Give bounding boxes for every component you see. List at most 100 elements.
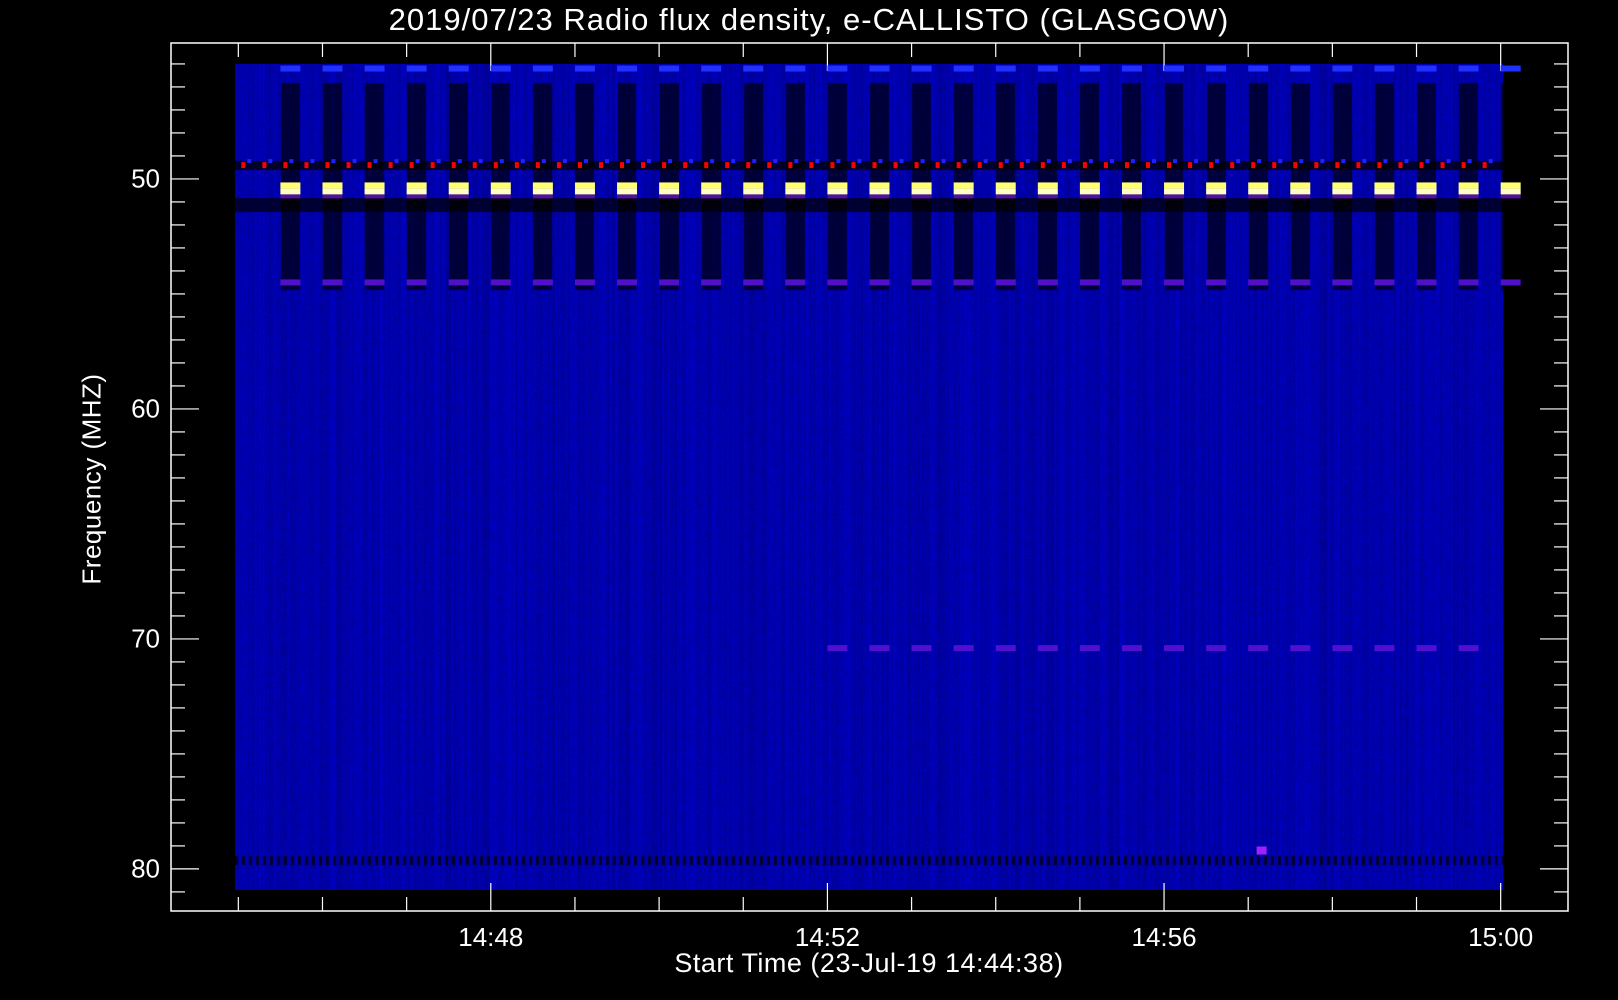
blue-interference-mark — [1425, 159, 1430, 164]
red-interference-mark — [472, 162, 477, 169]
red-interference-mark — [1482, 162, 1487, 169]
red-interference-mark — [1314, 162, 1319, 169]
bright-pulse — [1206, 188, 1227, 195]
top-blue-pulses-mark — [1037, 65, 1058, 72]
blue-interference-mark — [773, 159, 778, 164]
blue-interference-mark — [331, 159, 336, 164]
bright-pulse-edge — [1332, 194, 1353, 199]
bright-pulse-top — [406, 182, 427, 189]
red-interference-mark — [1124, 162, 1129, 169]
purple-dashes-70mhz-mark — [827, 645, 848, 652]
blue-interference-mark — [1046, 159, 1051, 164]
bright-pulse-top — [869, 182, 890, 189]
top-blue-pulses-mark — [1206, 65, 1227, 72]
periodic-purple-pulses-mark — [1164, 279, 1185, 286]
red-interference-mark — [809, 162, 814, 169]
bright-pulse-edge — [953, 194, 974, 199]
red-interference-mark — [956, 162, 961, 169]
purple-dashes-70mhz-mark — [1416, 645, 1437, 652]
bright-pulse-top — [1121, 182, 1142, 189]
bright-pulse-top — [827, 182, 848, 189]
bright-pulse-edge — [1458, 194, 1479, 199]
bright-pulse-edge — [1248, 194, 1269, 199]
red-interference-mark — [430, 162, 435, 169]
red-interference-mark — [767, 162, 772, 169]
top-blue-pulses-mark — [1248, 65, 1269, 72]
bright-pulse-edge — [1206, 194, 1227, 199]
periodic-purple-pulses-mark — [1079, 279, 1100, 286]
bright-pulse-edge — [1164, 194, 1185, 199]
bright-pulse — [1290, 188, 1311, 195]
blue-interference-mark — [583, 159, 588, 164]
top-blue-pulses-mark — [448, 65, 469, 72]
red-interference-mark — [1251, 162, 1256, 169]
periodic-purple-pulses-mark — [364, 279, 385, 286]
periodic-purple-pulses-mark — [1206, 279, 1227, 286]
red-interference-mark — [662, 162, 667, 169]
blue-interference-mark — [499, 159, 504, 164]
blue-interference-mark — [731, 159, 736, 164]
magenta-burst — [1256, 846, 1267, 855]
red-interference-mark — [1377, 162, 1382, 169]
red-interference-mark — [1398, 162, 1403, 169]
blue-interference-mark — [899, 159, 904, 164]
blue-interference-mark — [668, 159, 673, 164]
periodic-purple-pulses-mark — [1037, 279, 1058, 286]
blue-interference-mark — [373, 159, 378, 164]
bright-pulse-top — [1248, 182, 1269, 189]
red-interference-mark — [556, 162, 561, 169]
blue-interference-mark — [604, 159, 609, 164]
periodic-purple-pulses-mark — [532, 279, 553, 286]
red-interference-mark — [493, 162, 498, 169]
red-interference-mark — [1019, 162, 1024, 169]
blue-interference-mark — [815, 159, 820, 164]
blue-interference-mark — [878, 159, 883, 164]
top-blue-pulses-mark — [617, 65, 638, 72]
top-blue-pulses-mark — [995, 65, 1016, 72]
blue-interference-mark — [436, 159, 441, 164]
red-interference-mark — [1335, 162, 1340, 169]
periodic-purple-pulses-mark — [448, 279, 469, 286]
bright-pulse-top — [448, 182, 469, 189]
bright-pulse — [1079, 188, 1100, 195]
bright-pulse-edge — [659, 194, 680, 199]
top-blue-pulses-mark — [406, 65, 427, 72]
blue-interference-mark — [1088, 159, 1093, 164]
top-blue-pulses-mark — [701, 65, 722, 72]
red-interference-mark — [1419, 162, 1424, 169]
bright-pulse — [1416, 188, 1437, 195]
top-blue-pulses-mark — [953, 65, 974, 72]
bright-pulse-edge — [1416, 194, 1437, 199]
bright-pulse-top — [1332, 182, 1353, 189]
periodic-purple-pulses-mark — [1121, 279, 1142, 286]
blue-interference-mark — [520, 159, 525, 164]
blue-interference-mark — [289, 159, 294, 164]
top-blue-pulses-mark — [1164, 65, 1185, 72]
purple-dashes-70mhz-mark — [1206, 645, 1227, 652]
red-interference-mark — [725, 162, 730, 169]
periodic-purple-pulses-mark — [1416, 279, 1437, 286]
red-interference-mark — [577, 162, 582, 169]
blue-interference-mark — [1320, 159, 1325, 164]
bright-pulse-top — [743, 182, 764, 189]
blue-interference-mark — [1215, 159, 1220, 164]
spectrogram-figure: 2019/07/23 Radio flux density, e-CALLIST… — [0, 0, 1618, 1000]
red-interference-mark — [998, 162, 1003, 169]
periodic-purple-pulses-mark — [1374, 279, 1395, 286]
bright-pulse-top — [280, 182, 301, 189]
bright-pulse — [995, 188, 1016, 195]
red-interference-mark — [746, 162, 751, 169]
y-tick-label: 70 — [131, 623, 160, 654]
bright-pulse — [869, 188, 890, 195]
red-interference-mark — [977, 162, 982, 169]
bright-pulse-top — [1079, 182, 1100, 189]
red-interference-mark — [1082, 162, 1087, 169]
red-interference-mark — [641, 162, 646, 169]
bright-pulse-edge — [1037, 194, 1058, 199]
bright-pulse — [701, 188, 722, 195]
top-blue-pulses-mark — [1332, 65, 1353, 72]
bright-pulse — [659, 188, 680, 195]
periodic-purple-pulses-mark — [617, 279, 638, 286]
plot-frame — [170, 42, 1569, 912]
periodic-purple-pulses-mark — [785, 279, 806, 286]
